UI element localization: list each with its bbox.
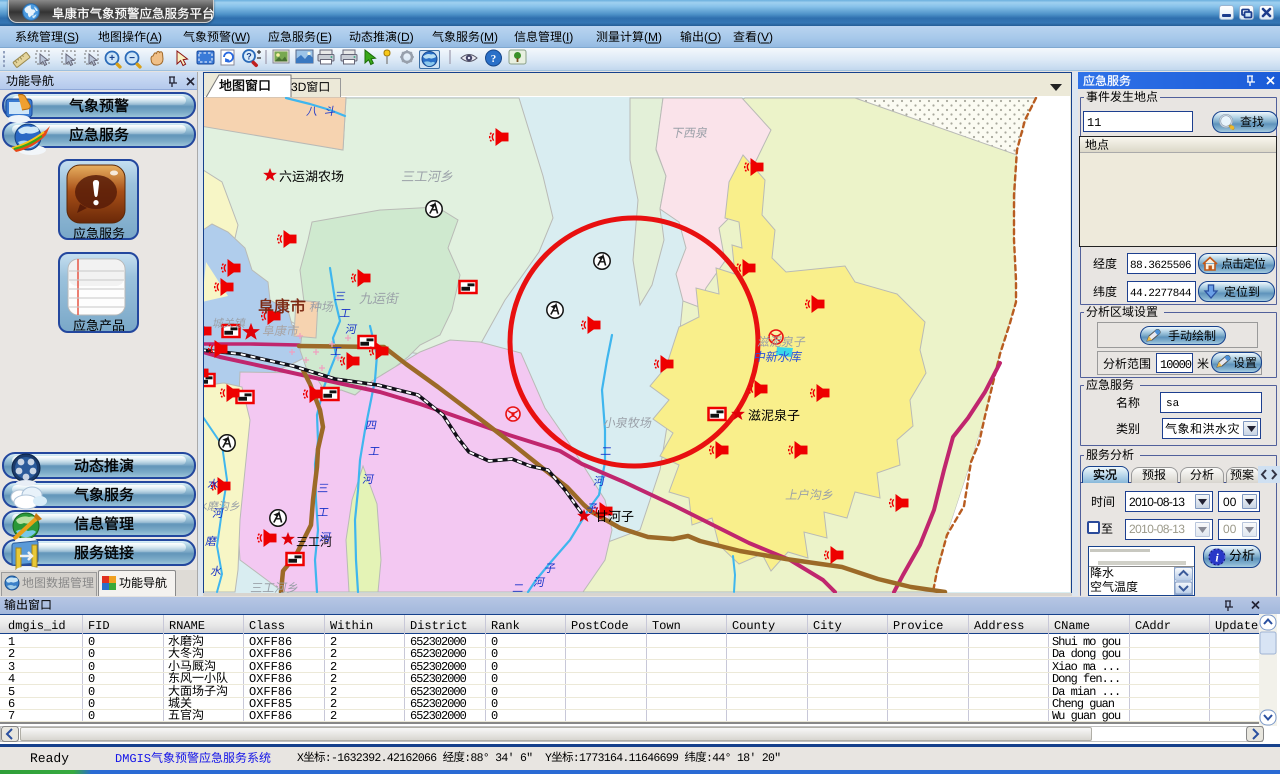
svg-text:+: + (109, 53, 115, 64)
svg-text:−: − (129, 53, 135, 64)
svg-text:?: ? (491, 53, 497, 65)
svg-text:?: ? (246, 52, 252, 62)
